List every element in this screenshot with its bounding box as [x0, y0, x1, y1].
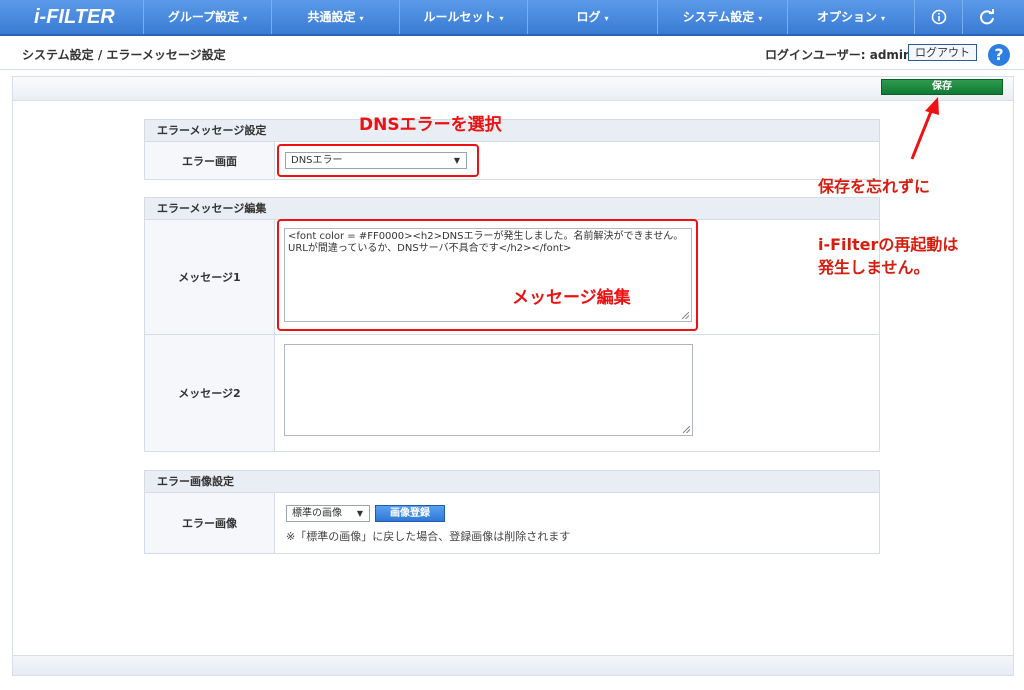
chevron-down-icon: ▾ — [758, 14, 763, 23]
annotation-edit-message: メッセージ編集 — [512, 288, 631, 308]
help-icon[interactable]: ? — [988, 44, 1010, 66]
nav-common-settings[interactable]: 共通設定 ▾ — [271, 0, 399, 34]
chevron-down-icon: ▾ — [881, 14, 886, 23]
login-user: ログインユーザー: admin — [765, 48, 912, 62]
annotation-restart-line1: i-Filterの再起動は — [818, 235, 959, 254]
message2-textarea[interactable] — [284, 344, 693, 436]
register-image-button[interactable]: 画像登録 — [375, 505, 445, 522]
chevron-down-icon: ▾ — [604, 14, 609, 23]
annotation-select-dns: DNSエラーを選択 — [359, 115, 502, 135]
section-title: エラー画像設定 — [145, 471, 879, 493]
message1-label: メッセージ1 — [145, 220, 275, 334]
save-button[interactable]: 保存 — [881, 79, 1003, 95]
resize-grip-icon[interactable] — [683, 426, 690, 433]
section-error-message-settings: エラーメッセージ設定 エラー画面 DNSエラー ▼ — [144, 119, 880, 180]
top-nav: i-FILTER グループ設定 ▾ 共通設定 ▾ ルールセット ▾ ログ ▾ システム設… — [0, 0, 1024, 36]
info-button[interactable] — [914, 0, 962, 34]
chevron-down-icon: ▾ — [243, 14, 248, 23]
panel-toolbar: 保存 — [13, 77, 1013, 101]
chevron-down-icon: ▾ — [499, 14, 504, 23]
annotation-restart-line2: 発生しません。 — [818, 258, 930, 277]
breadcrumb: システム設定 / エラーメッセージ設定 — [22, 48, 226, 62]
row-error-screen: エラー画面 DNSエラー ▼ — [145, 142, 879, 179]
refresh-button[interactable] — [962, 0, 1010, 34]
section-title: エラーメッセージ編集 — [145, 198, 879, 220]
breadcrumb-bar: システム設定 / エラーメッセージ設定 ログインユーザー: admin ログアウ… — [0, 36, 1024, 70]
logout-button[interactable]: ログアウト — [908, 44, 977, 61]
image-note: ※「標準の画像」に戻した場合、登録画像は削除されます — [286, 530, 571, 543]
annotation-save-reminder: 保存を忘れずに — [818, 177, 931, 196]
section-error-image-settings: エラー画像設定 エラー画像 標準の画像 ▼ 画像登録 ※「標準の画像」に戻した場… — [144, 470, 880, 554]
section-title: エラーメッセージ設定 — [145, 120, 879, 142]
error-image-select[interactable]: 標準の画像 ▼ — [286, 505, 370, 522]
highlight-dns-select — [277, 144, 479, 177]
nav-ruleset[interactable]: ルールセット ▾ — [399, 0, 527, 34]
info-icon — [931, 9, 946, 25]
error-image-label: エラー画像 — [145, 493, 275, 553]
app-logo[interactable]: i-FILTER — [34, 6, 115, 29]
row-error-image: エラー画像 標準の画像 ▼ 画像登録 ※「標準の画像」に戻した場合、登録画像は削… — [145, 493, 879, 553]
refresh-icon — [979, 9, 994, 25]
highlight-message1 — [277, 219, 698, 331]
red-arrow-icon — [910, 97, 939, 160]
panel-footer — [13, 655, 1013, 675]
chevron-down-icon: ▾ — [359, 14, 364, 23]
nav-log[interactable]: ログ ▾ — [527, 0, 657, 34]
dropdown-arrow-icon: ▼ — [356, 509, 363, 518]
message2-label: メッセージ2 — [145, 335, 275, 451]
nav-system-settings[interactable]: システム設定 ▾ — [657, 0, 787, 34]
nav-options[interactable]: オプション ▾ — [787, 0, 914, 34]
nav-group-settings[interactable]: グループ設定 ▾ — [143, 0, 271, 34]
row-message2: メッセージ2 — [145, 335, 879, 451]
error-screen-label: エラー画面 — [145, 142, 275, 179]
